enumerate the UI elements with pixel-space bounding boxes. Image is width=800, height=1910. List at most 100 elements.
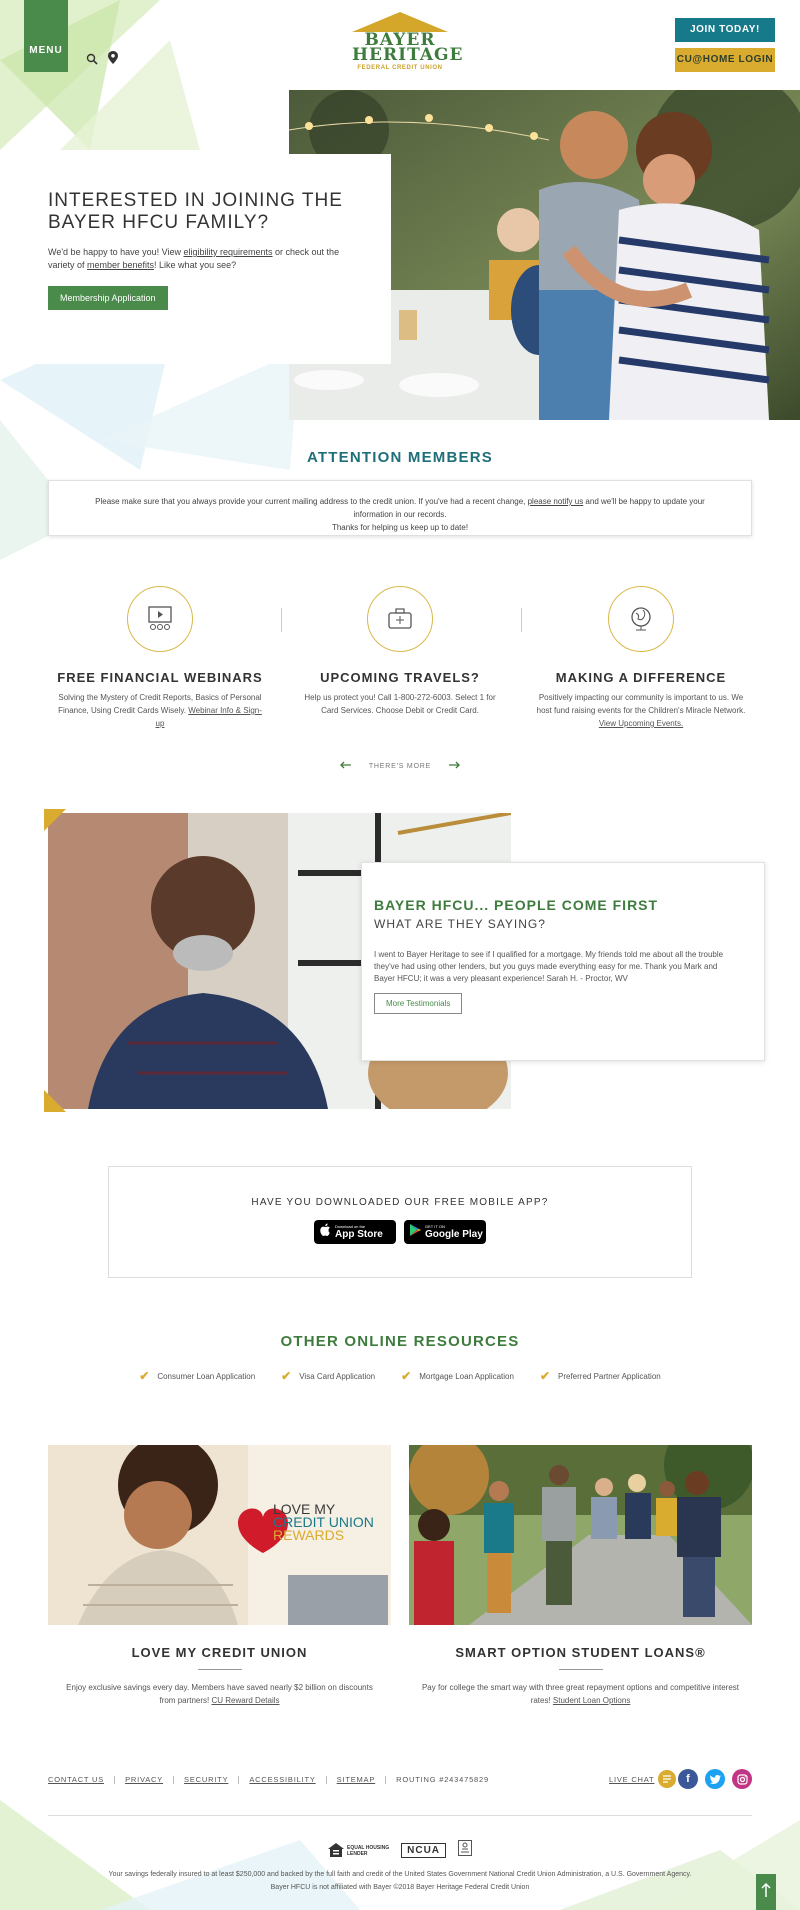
eligibility-link[interactable]: eligibility requirements	[183, 247, 272, 257]
attention-title: ATTENTION MEMBERS	[307, 449, 493, 466]
instagram-icon[interactable]	[732, 1769, 752, 1789]
testimonial-title: BAYER HFCU... PEOPLE COME FIRST	[374, 897, 659, 913]
routing-number: ROUTING #243475829	[396, 1775, 489, 1784]
app-title: HAVE YOU DOWNLOADED OUR FREE MOBILE APP?	[251, 1197, 549, 1208]
more-testimonials-button[interactable]: More Testimonials	[374, 993, 463, 1014]
love-my-cu-photo: LOVE MY CREDIT UNION REWARDS	[48, 1445, 391, 1625]
footer-separator	[114, 1775, 116, 1784]
apple-icon	[320, 1223, 331, 1241]
footer-divider	[48, 1815, 752, 1816]
ehl-line2: LENDER	[346, 1850, 368, 1857]
feature-difference: MAKING A DIFFERENCE Positively impacting…	[526, 586, 756, 730]
student-loan-options-link[interactable]: Student Loan Options	[553, 1696, 630, 1705]
appstore-big-text: App Store	[335, 1229, 383, 1240]
footer-separator	[173, 1775, 175, 1784]
feature-text: Help us protect you! Call 1-800-272-6003…	[304, 693, 496, 715]
theres-more-nav: THERE'S MORE	[340, 759, 460, 773]
checkmark-icon: ✔	[539, 1369, 550, 1383]
cu-reward-details-link[interactable]: CU Reward Details	[211, 1696, 279, 1705]
resource-label[interactable]: Visa Card Application	[299, 1372, 375, 1381]
notice-text: Please make sure that you always provide…	[95, 497, 528, 506]
twitter-icon[interactable]	[705, 1769, 725, 1789]
footer-link-privacy[interactable]: PRIVACY	[125, 1775, 163, 1784]
logo-roof-icon	[352, 12, 448, 32]
mobile-app-box: HAVE YOU DOWNLOADED OUR FREE MOBILE APP?…	[108, 1166, 692, 1278]
search-icon[interactable]	[86, 52, 98, 70]
corner-accent	[44, 1090, 66, 1112]
feature-title: UPCOMING TRAVELS?	[320, 670, 480, 685]
feature-travels: UPCOMING TRAVELS? Help us protect you! C…	[285, 586, 515, 717]
app-store-badge[interactable]: Download on the App Store	[314, 1220, 396, 1244]
back-to-top-button[interactable]	[756, 1874, 776, 1910]
house-icon	[327, 1842, 344, 1859]
hero-text-part: ! Like what you see?	[154, 260, 237, 270]
upcoming-events-link[interactable]: View Upcoming Events.	[599, 719, 683, 728]
feature-title: MAKING A DIFFERENCE	[555, 670, 727, 685]
member-benefits-link[interactable]: member benefits	[87, 260, 154, 270]
feature-title: FREE FINANCIAL WEBINARS	[57, 670, 263, 685]
resource-item[interactable]: ✔ Mortgage Loan Application	[401, 1369, 514, 1383]
corner-accent	[44, 809, 66, 831]
feature-text-body: Positively impacting our community is im…	[536, 693, 746, 715]
site-logo[interactable]: BAYER HERITAGE FEDERAL CREDIT UNION	[352, 12, 464, 76]
footer-separator	[238, 1775, 240, 1784]
footer-separator	[325, 1775, 327, 1784]
promo-divider	[198, 1669, 242, 1670]
webinar-icon	[127, 586, 193, 652]
accessibility-badge-icon	[458, 1840, 473, 1861]
feature-divider	[281, 608, 282, 632]
notify-us-link[interactable]: please notify us	[528, 497, 584, 506]
footer-link-sitemap[interactable]: SITEMAP	[337, 1775, 376, 1784]
cu-home-login-button[interactable]: CU@HOME LOGIN	[675, 48, 775, 72]
promo-image-line3: REWARDS	[273, 1527, 345, 1543]
footer-link-accessibility[interactable]: ACCESSIBILITY	[249, 1775, 315, 1784]
resource-label[interactable]: Preferred Partner Application	[558, 1372, 661, 1381]
googleplay-big-text: Google Play	[425, 1229, 483, 1240]
logo-text-fcu: FEDERAL CREDIT UNION	[357, 65, 443, 71]
resource-item[interactable]: ✔ Visa Card Application	[281, 1369, 375, 1383]
resource-item[interactable]: ✔ Consumer Loan Application	[139, 1369, 255, 1383]
promo-title: LOVE MY CREDIT UNION	[131, 1645, 308, 1660]
footer-badges: EQUAL HOUSING LENDER NCUA	[0, 1840, 800, 1861]
footer-link-security[interactable]: SECURITY	[184, 1775, 228, 1784]
legal-text: Your savings federally insured to at lea…	[0, 1868, 800, 1894]
arrow-left-icon[interactable]	[340, 761, 352, 771]
equal-housing-lender-badge: EQUAL HOUSING LENDER	[327, 1842, 390, 1859]
resource-label[interactable]: Mortgage Loan Application	[419, 1372, 514, 1381]
resource-item[interactable]: ✔ Preferred Partner Application	[540, 1369, 661, 1383]
hero-text-part: We'd be happy to have you! View	[48, 247, 184, 257]
chat-bubble-icon[interactable]	[658, 1770, 677, 1788]
facebook-icon[interactable]: f	[678, 1769, 698, 1789]
ncua-badge: NCUA	[401, 1843, 447, 1858]
footer-link-contact[interactable]: CONTACT US	[48, 1775, 104, 1784]
location-pin-icon[interactable]	[108, 51, 118, 69]
legal-line1: Your savings federally insured to at lea…	[108, 1871, 692, 1878]
notice-text-line2: Thanks for helping us keep up to date!	[331, 523, 469, 532]
testimonial-card: BAYER HFCU... PEOPLE COME FIRST WHAT ARE…	[361, 862, 765, 1061]
resource-label[interactable]: Consumer Loan Application	[157, 1372, 255, 1381]
live-chat[interactable]: LIVE CHAT	[609, 1770, 677, 1788]
theres-more-label[interactable]: THERE'S MORE	[369, 763, 431, 770]
feature-webinars: FREE FINANCIAL WEBINARS Solving the Myst…	[45, 586, 275, 730]
student-loans-photo	[409, 1445, 752, 1625]
join-today-button[interactable]: JOIN TODAY!	[675, 18, 775, 42]
google-play-badge[interactable]: GET IT ON Google Play	[404, 1220, 486, 1244]
legal-line2: Bayer HFCU is not affiliated with Bayer …	[270, 1884, 530, 1891]
footer-separator	[385, 1775, 387, 1784]
checkmark-icon: ✔	[401, 1369, 412, 1383]
footer-links: CONTACT US PRIVACY SECURITY ACCESSIBILIT…	[48, 1775, 489, 1784]
live-chat-label[interactable]: LIVE CHAT	[609, 1775, 654, 1784]
feature-text: Positively impacting our community is im…	[526, 691, 756, 730]
membership-application-button[interactable]: Membership Application	[48, 286, 168, 310]
promo-divider	[559, 1669, 603, 1670]
checkmark-icon: ✔	[281, 1369, 292, 1383]
arrow-right-icon[interactable]	[448, 761, 460, 771]
hero-card: INTERESTED IN JOINING THE BAYER HFCU FAM…	[0, 154, 391, 364]
logo-text-heritage: HERITAGE	[352, 45, 464, 65]
menu-button[interactable]: MENU	[24, 0, 68, 72]
hero-title: INTERESTED IN JOINING THE BAYER HFCU FAM…	[48, 190, 343, 233]
ehl-line1: EQUAL HOUSING	[346, 1844, 390, 1851]
promo-text: Enjoy exclusive savings every day. Membe…	[48, 1681, 391, 1707]
promo-text: Pay for college the smart way with three…	[409, 1681, 752, 1707]
testimonial-quote: I went to Bayer Heritage to see if I qua…	[374, 950, 724, 983]
